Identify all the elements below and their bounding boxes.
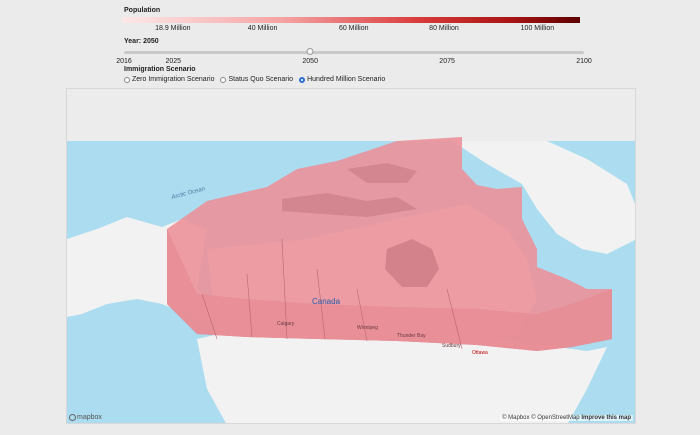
city-label-sudbury: Sudbury xyxy=(442,343,461,349)
scenario-option-status-quo[interactable]: Status Quo Scenario xyxy=(220,76,293,83)
year-slider-thumb[interactable] xyxy=(306,48,314,55)
population-color-scale xyxy=(122,17,580,23)
mapbox-logo[interactable]: mapbox xyxy=(69,414,102,421)
scenario-label: Zero Immigration Scenario xyxy=(132,76,215,83)
city-label-calgary: Calgary xyxy=(277,321,295,327)
scenario-option-zero[interactable]: Zero Immigration Scenario xyxy=(124,76,214,83)
year-tick-label: 2050 xyxy=(302,58,318,65)
scenario-option-hundred-million[interactable]: Hundred Million Scenario xyxy=(299,76,385,83)
city-label-thunder-bay: Thunder Bay xyxy=(397,333,426,339)
immigration-scenario-title: Immigration Scenario xyxy=(124,66,196,73)
year-tick-label: 2025 xyxy=(165,58,182,65)
population-legend-title: Population xyxy=(124,7,161,14)
legend-tick-label: 18.9 Million xyxy=(155,25,191,32)
map-canvas[interactable]: Arctic Ocean Canada Calgary Winnipeg Thu… xyxy=(66,88,636,424)
legend-tick-label: 40 Million xyxy=(247,25,278,32)
improve-map-link[interactable]: Improve this map xyxy=(581,415,631,421)
city-label-winnipeg: Winnipeg xyxy=(357,325,378,331)
mapbox-logo-icon xyxy=(69,414,76,421)
map-svg[interactable]: Arctic Ocean Canada Calgary Winnipeg Thu… xyxy=(67,89,636,424)
scenario-label: Status Quo Scenario xyxy=(228,76,294,83)
map-attribution: © Mapbox © OpenStreetMap Improve this ma… xyxy=(500,415,633,421)
legend-tick-label: 100 Million xyxy=(520,25,555,32)
radio-icon[interactable] xyxy=(220,76,227,83)
year-tick-label: 2016 xyxy=(116,58,132,65)
capital-label-ottawa: Ottawa xyxy=(472,350,488,356)
year-tick-label: 2075 xyxy=(439,58,455,65)
scenario-radio-group: Zero Immigration Scenario Status Quo Sce… xyxy=(124,76,385,83)
year-slider-track[interactable] xyxy=(124,51,584,54)
year-tick-label: 2100 xyxy=(576,58,592,65)
osm-attribution-link[interactable]: © OpenStreetMap xyxy=(531,415,579,421)
mapbox-attribution-link[interactable]: © Mapbox xyxy=(502,415,529,421)
mapbox-logo-text: mapbox xyxy=(77,414,102,421)
year-title: Year: 2050 xyxy=(124,38,159,45)
legend-tick-label: 80 Million xyxy=(429,25,459,32)
radio-checked-icon[interactable] xyxy=(299,76,306,83)
scenario-label: Hundred Million Scenario xyxy=(307,76,386,83)
radio-icon[interactable] xyxy=(124,76,130,83)
country-label: Canada xyxy=(312,297,341,306)
legend-tick-label: 60 Million xyxy=(338,25,369,32)
